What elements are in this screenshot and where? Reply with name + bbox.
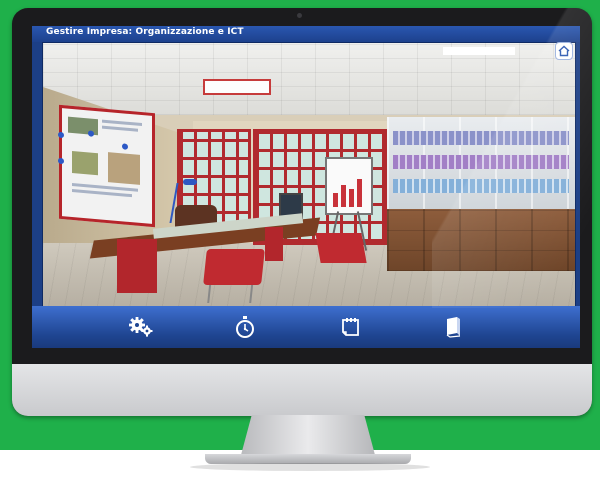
book-icon — [446, 317, 461, 338]
hotspot-dot[interactable] — [58, 157, 64, 165]
board-photo — [108, 152, 140, 185]
flipchart[interactable] — [325, 157, 373, 215]
flipchart-bar — [357, 179, 362, 207]
hotspot-dot[interactable] — [88, 130, 94, 137]
monitor-stand — [241, 415, 375, 455]
stopwatch-icon — [236, 316, 254, 338]
screen-glare — [432, 8, 592, 308]
desk-drawer — [265, 227, 283, 261]
ceiling-light — [203, 79, 271, 95]
notepad-icon — [342, 318, 359, 336]
app-title: Gestire Impresa: Organizzazione e ICT — [46, 27, 244, 37]
hotspot-dot[interactable] — [122, 143, 128, 150]
board-photo — [72, 150, 98, 176]
monitor-chin — [12, 364, 592, 416]
hotspot-dot[interactable] — [58, 131, 64, 139]
desk-drawer — [117, 239, 157, 293]
timer-button[interactable] — [228, 312, 262, 342]
board-text-line — [102, 119, 142, 127]
stand-shadow — [190, 463, 430, 471]
visitor-chair[interactable] — [315, 233, 367, 263]
settings-button[interactable] — [124, 312, 158, 342]
bottom-nav-bar — [32, 306, 580, 348]
camera-dot — [297, 13, 302, 18]
flipchart-bar — [349, 189, 354, 207]
flipchart-bar — [341, 185, 346, 207]
flipchart-bar — [333, 193, 338, 207]
desk-lamp-head — [183, 179, 197, 185]
bulletin-board[interactable] — [58, 104, 155, 228]
manual-button[interactable] — [436, 312, 470, 342]
visitor-chair[interactable] — [203, 249, 265, 303]
notes-button[interactable] — [334, 312, 368, 342]
gears-icon — [129, 317, 153, 337]
imac-monitor: Gestire Impresa: Organizzazione e ICT — [12, 8, 592, 416]
board-text-line — [102, 125, 138, 132]
